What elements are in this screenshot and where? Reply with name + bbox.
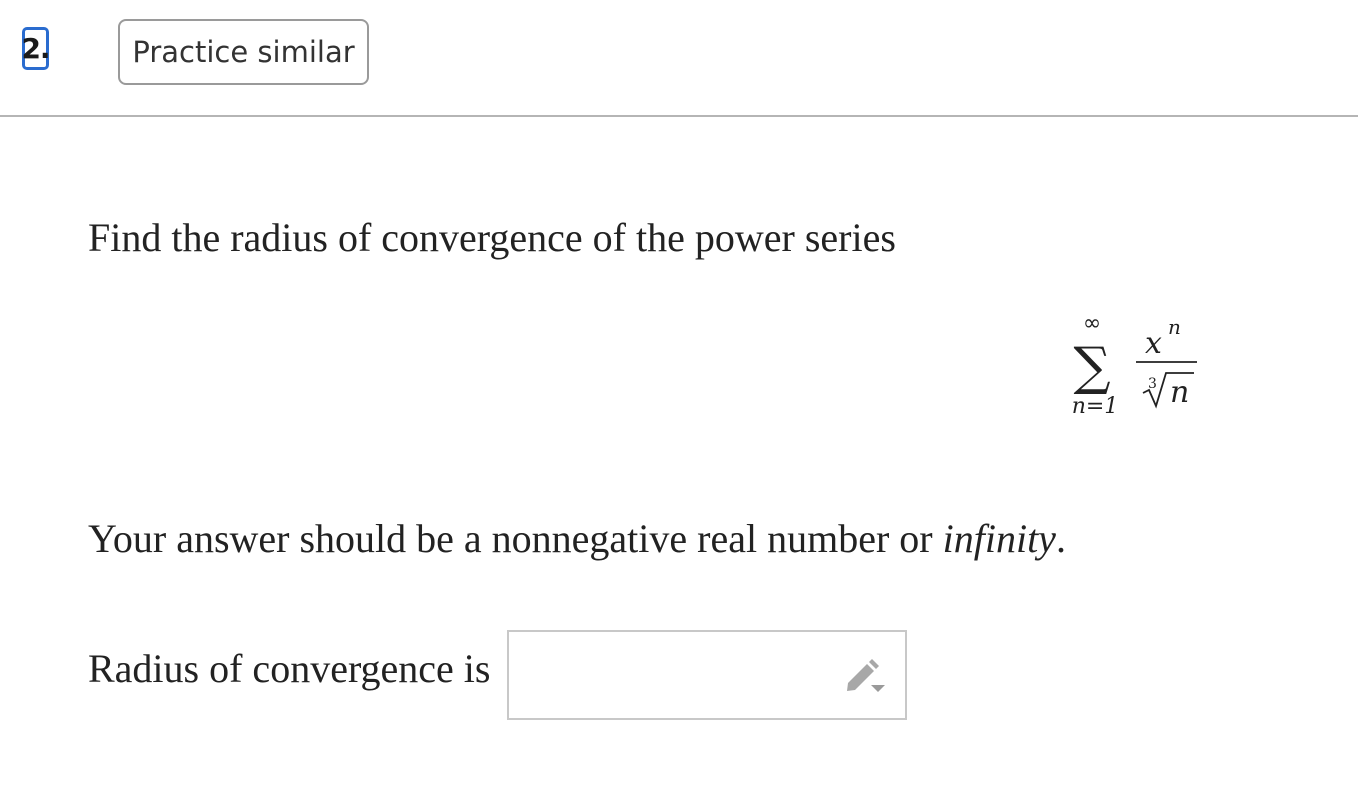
answer-label: Radius of convergence is	[88, 646, 491, 691]
answer-instruction: Your answer should be a nonnegative real…	[88, 515, 1066, 562]
question-number[interactable]: 2.	[21, 27, 51, 70]
answer-input[interactable]	[509, 632, 829, 718]
series-lower-limit: n=1	[1072, 394, 1119, 419]
question-prompt: Find the radius of convergence of the po…	[88, 215, 896, 260]
practice-similar-button[interactable]: Practice similar	[118, 19, 369, 85]
pencil-icon[interactable]	[841, 656, 889, 696]
radicand: n	[1170, 375, 1189, 410]
numerator-exponent: n	[1168, 315, 1181, 339]
header-divider	[0, 115, 1358, 117]
series-upper-limit: ∞	[1083, 311, 1101, 336]
instruction-text: Your answer should be a nonnegative real…	[88, 516, 943, 561]
numerator-base: x	[1145, 326, 1162, 361]
summation-sigma: ∑	[1073, 337, 1110, 397]
power-series-formula: ∞ ∑ n=1 x n 3 n	[1072, 311, 1197, 419]
instruction-emphasis: infinity	[942, 516, 1056, 561]
instruction-period: .	[1055, 516, 1066, 561]
answer-field[interactable]	[507, 630, 907, 720]
